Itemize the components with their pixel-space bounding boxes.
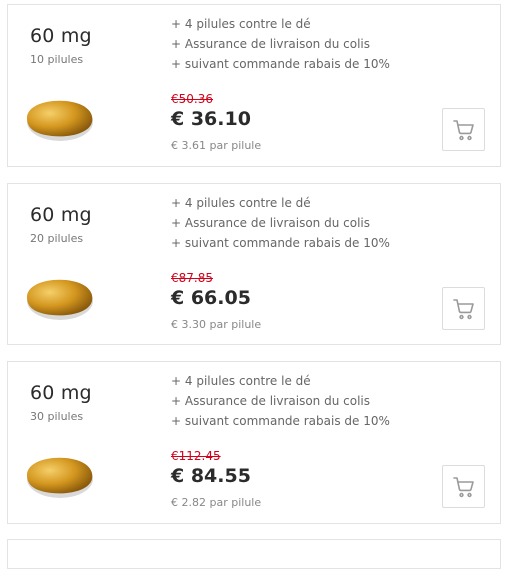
dose-label: 60 mg <box>30 382 92 404</box>
old-price: €87.85 <box>171 271 213 285</box>
current-price: € 36.10 <box>171 108 251 130</box>
shopping-cart-icon <box>452 476 474 497</box>
add-to-cart-button[interactable] <box>442 465 485 508</box>
pill-image <box>27 457 93 498</box>
price-per-pill: € 3.30 par pilule <box>171 318 262 331</box>
product-offer-card: 60 mg 30 pilules 4 pilules contre le dé … <box>7 361 501 524</box>
feature-item: Assurance de livraison du colis <box>171 391 390 411</box>
product-offer-card-partial <box>7 539 501 569</box>
dose-label: 60 mg <box>30 25 92 47</box>
old-price: €112.45 <box>171 449 221 463</box>
shopping-cart-icon <box>452 119 474 140</box>
pill-image <box>27 279 93 320</box>
dose-label: 60 mg <box>30 204 92 226</box>
add-to-cart-button[interactable] <box>442 108 485 151</box>
old-price: €50.36 <box>171 92 213 106</box>
current-price: € 84.55 <box>171 465 251 487</box>
product-offer-card: 60 mg 20 pilules 4 pilules contre le dé … <box>7 183 501 345</box>
feature-item: suivant commande rabais de 10% <box>171 54 390 74</box>
pill-image <box>27 100 93 141</box>
pill-count: 30 pilules <box>30 410 84 423</box>
pill-count: 10 pilules <box>30 53 84 66</box>
add-to-cart-button[interactable] <box>442 287 485 330</box>
price-per-pill: € 2.82 par pilule <box>171 496 262 509</box>
feature-list: 4 pilules contre le dé Assurance de livr… <box>171 14 390 74</box>
feature-item: Assurance de livraison du colis <box>171 34 390 54</box>
feature-item: 4 pilules contre le dé <box>171 193 390 213</box>
price-per-pill: € 3.61 par pilule <box>171 139 262 152</box>
feature-item: 4 pilules contre le dé <box>171 14 390 34</box>
current-price: € 66.05 <box>171 287 251 309</box>
feature-item: suivant commande rabais de 10% <box>171 411 390 431</box>
feature-item: 4 pilules contre le dé <box>171 371 390 391</box>
shopping-cart-icon <box>452 298 474 319</box>
pill-count: 20 pilules <box>30 232 84 245</box>
feature-item: Assurance de livraison du colis <box>171 213 390 233</box>
product-offer-card: 60 mg 10 pilules 4 pilules contre le dé … <box>7 4 501 167</box>
feature-list: 4 pilules contre le dé Assurance de livr… <box>171 193 390 253</box>
feature-item: suivant commande rabais de 10% <box>171 233 390 253</box>
feature-list: 4 pilules contre le dé Assurance de livr… <box>171 371 390 431</box>
